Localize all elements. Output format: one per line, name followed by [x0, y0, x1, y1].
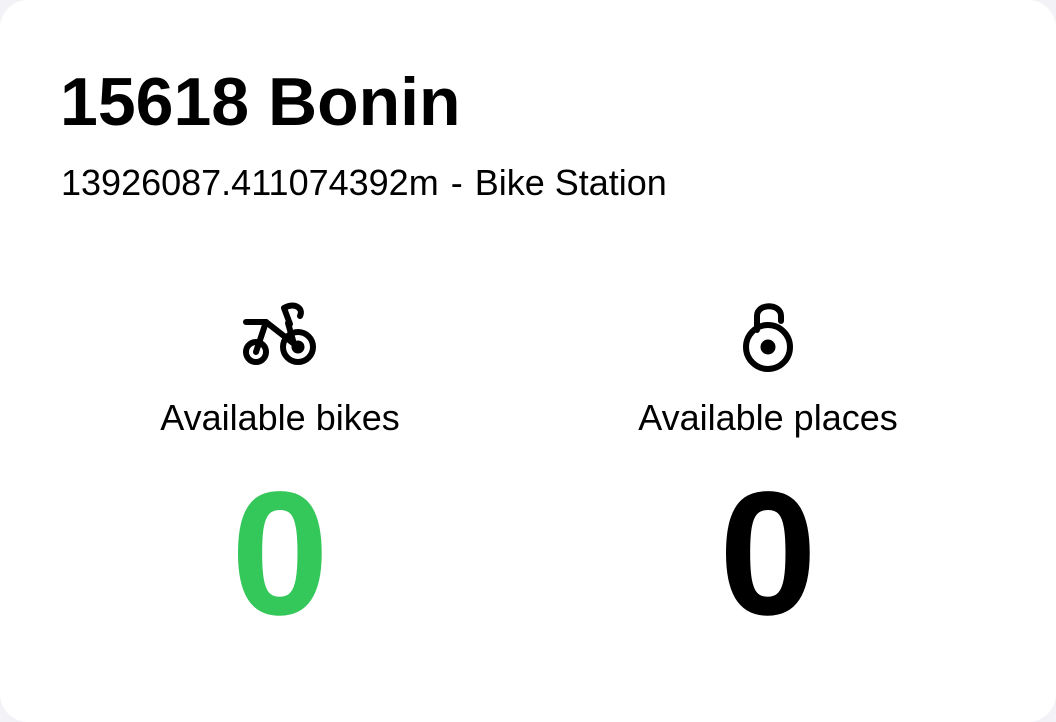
open-lock-icon: [743, 303, 793, 372]
station-subtitle: 13926087.411074392m - Bike Station: [61, 162, 667, 204]
available-places-stat: Available places 0: [558, 292, 978, 642]
station-distance: 13926087.411074392m: [61, 162, 439, 203]
station-card: 15618 Bonin 13926087.411074392m - Bike S…: [0, 0, 1056, 722]
available-bikes-count: 0: [231, 456, 329, 652]
available-bikes-stat: Available bikes 0: [70, 292, 490, 642]
station-type: Bike Station: [474, 162, 667, 203]
subtitle-separator: -: [450, 162, 463, 203]
available-bikes-label: Available bikes: [160, 397, 400, 438]
bicycle-icon: [243, 302, 316, 365]
station-name: 15618 Bonin: [60, 64, 461, 140]
available-places-label: Available places: [638, 397, 898, 438]
available-places-count: 0: [719, 456, 817, 652]
